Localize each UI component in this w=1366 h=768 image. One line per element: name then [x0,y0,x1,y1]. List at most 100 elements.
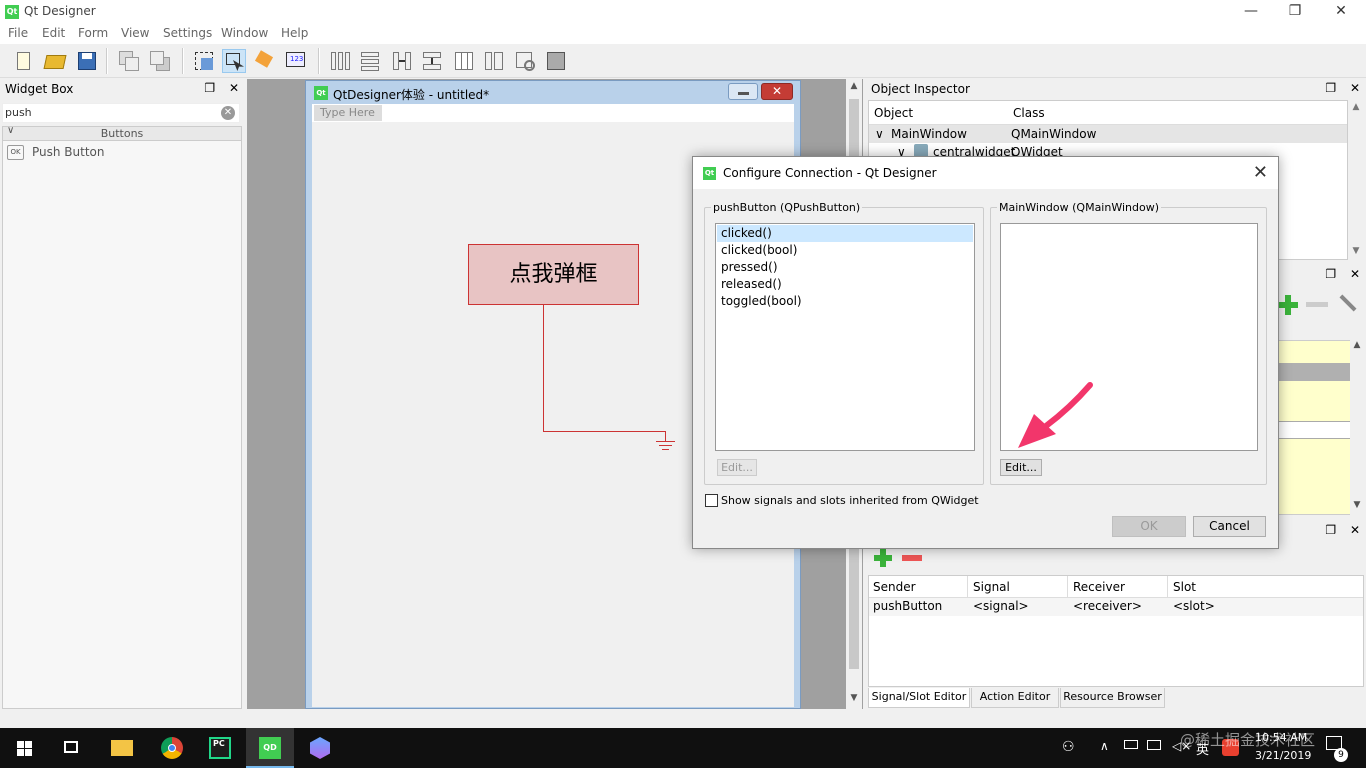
column-object[interactable]: Object [874,106,913,120]
property-scrollbar[interactable]: ▲ ▼ [1350,340,1364,515]
close-icon[interactable]: ✕ [1350,267,1360,281]
cell-sender[interactable]: pushButton [873,599,942,613]
network-icon[interactable] [1147,740,1161,750]
layout-vertical-splitter-icon[interactable] [420,49,444,73]
configure-icon[interactable] [1334,289,1362,317]
menu-file[interactable]: File [8,26,28,40]
table-row[interactable]: pushButton <signal> <receiver> <slot> [869,598,1363,616]
chrome-icon[interactable] [148,728,196,768]
cell-signal[interactable]: <signal> [973,599,1029,613]
cell-slot[interactable]: <slot> [1173,599,1215,613]
bring-to-front-icon[interactable] [148,49,172,73]
dialog-close-icon[interactable]: ✕ [1253,162,1268,183]
inherited-signals-checkbox[interactable] [705,494,718,507]
cell-receiver[interactable]: <receiver> [1073,599,1142,613]
push-button-widget-item[interactable]: OK Push Button [7,145,105,163]
file-explorer-icon[interactable] [98,728,146,768]
add-property-icon[interactable] [1278,295,1298,315]
app-icon[interactable] [296,728,344,768]
close-icon[interactable]: ✕ [1350,81,1360,95]
edit-tab-order-icon[interactable]: 123 [284,49,308,73]
windows-start-icon[interactable] [0,728,48,768]
open-folder-icon[interactable] [43,49,67,73]
layout-vertical-icon[interactable] [358,49,382,73]
menu-bar: File Edit Form View Settings Window Help [0,24,1366,44]
adjust-size-icon[interactable] [544,49,568,73]
float-icon[interactable]: ❐ [1325,267,1336,281]
sender-group-title: pushButton (QPushButton) [711,201,863,214]
people-icon[interactable]: ⚇ [1062,739,1075,755]
remove-property-icon[interactable] [1306,302,1328,307]
save-icon[interactable] [75,49,99,73]
signal-slot-editor-dock: ❐ ✕ Sender Signal Receiver Slot pushButt… [866,521,1366,708]
float-icon[interactable]: ❐ [204,81,215,95]
menu-window[interactable]: Window [221,26,268,40]
clock-time[interactable]: 10:54 AM [1255,731,1307,744]
menu-edit[interactable]: Edit [42,26,65,40]
form-push-button[interactable]: 点我弹框 [468,244,639,305]
close-icon[interactable]: ✕ [1350,523,1360,537]
layout-form-icon[interactable] [482,49,506,73]
scroll-up-icon[interactable]: ▲ [846,81,862,91]
qt-designer-icon[interactable]: QD [246,728,294,768]
restore-button[interactable]: ❐ [1272,0,1318,24]
tree-row[interactable]: ∨ MainWindow QMainWindow [869,125,1347,143]
column-receiver[interactable]: Receiver [1073,580,1125,594]
widget-search-input[interactable]: push ✕ [2,103,240,123]
layout-grid-icon[interactable] [452,49,476,73]
close-button[interactable]: ✕ [1318,0,1364,24]
column-sender[interactable]: Sender [873,580,916,594]
add-connection-icon[interactable] [874,549,892,567]
tab-signal-slot-editor[interactable]: Signal/Slot Editor [868,688,970,708]
type-here-placeholder[interactable]: Type Here [314,105,382,121]
signal-item[interactable]: toggled(bool) [717,293,973,310]
new-file-icon[interactable] [12,49,36,73]
tab-action-editor[interactable]: Action Editor [971,688,1059,708]
widget-search-value: push [5,106,32,119]
chevron-down-icon[interactable]: ∨ [875,127,884,141]
layout-horizontal-icon[interactable] [328,49,352,73]
scroll-down-icon[interactable]: ▼ [846,693,862,703]
signal-item[interactable]: pressed() [717,259,973,276]
float-icon[interactable]: ❐ [1325,523,1336,537]
ok-button[interactable]: OK [1112,516,1186,537]
cancel-button[interactable]: Cancel [1193,516,1266,537]
ground-icon-line [662,449,669,450]
menu-form[interactable]: Form [78,26,108,40]
battery-icon[interactable] [1124,740,1138,749]
edit-signals-slots-icon[interactable] [222,49,246,73]
category-buttons-header[interactable]: ∨ Buttons [2,125,242,141]
task-view-icon[interactable] [48,728,96,768]
layout-horizontal-splitter-icon[interactable] [390,49,414,73]
float-icon[interactable]: ❐ [1325,81,1336,95]
object-inspector-scrollbar[interactable]: ▲ ▼ [1348,100,1364,260]
minimize-button[interactable]: — [1228,0,1274,24]
clock-date[interactable]: 3/21/2019 [1255,749,1311,762]
edit-buddies-icon[interactable] [254,49,278,73]
menu-view[interactable]: View [121,26,149,40]
signal-item[interactable]: released() [717,276,973,293]
form-minimize-button[interactable] [728,83,758,100]
column-signal[interactable]: Signal [973,580,1010,594]
column-class[interactable]: Class [1013,106,1045,120]
remove-connection-icon[interactable] [902,555,922,561]
edit-slots-button[interactable]: Edit... [1000,459,1042,476]
connections-table: Sender Signal Receiver Slot pushButton <… [868,575,1364,687]
edit-signals-button[interactable]: Edit... [717,459,757,476]
tab-resource-browser[interactable]: Resource Browser [1060,688,1165,708]
close-icon[interactable]: ✕ [229,81,239,95]
show-hidden-icons-icon[interactable]: ∧ [1100,739,1109,753]
signal-list[interactable]: clicked() clicked(bool) pressed() releas… [715,223,975,451]
pycharm-icon[interactable]: PC [196,728,244,768]
send-to-back-icon[interactable] [117,49,141,73]
menu-help[interactable]: Help [281,26,308,40]
signal-item[interactable]: clicked() [717,225,973,242]
edit-widgets-icon[interactable] [192,49,216,73]
clear-search-icon[interactable]: ✕ [221,106,235,120]
column-slot[interactable]: Slot [1173,580,1196,594]
signal-item[interactable]: clicked(bool) [717,242,973,259]
break-layout-icon[interactable] [513,49,537,73]
menu-settings[interactable]: Settings [163,26,212,40]
category-label: Buttons [100,127,144,140]
form-close-button[interactable]: ✕ [761,83,793,100]
